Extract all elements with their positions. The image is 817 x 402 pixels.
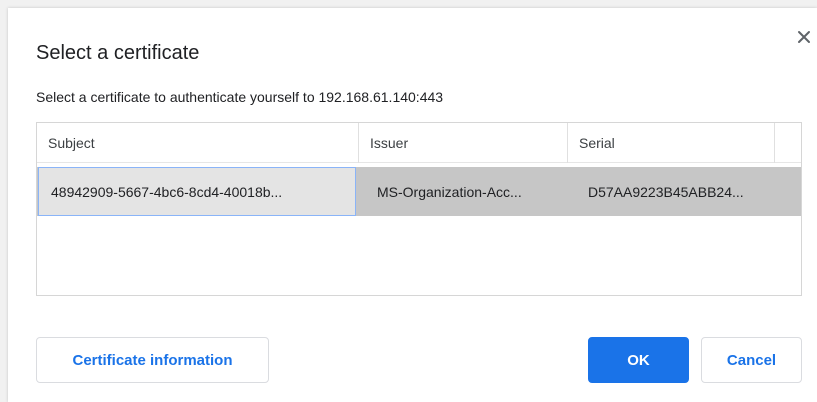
table-header: Subject Issuer Serial — [37, 123, 801, 163]
dialog-subtitle: Select a certificate to authenticate you… — [36, 89, 444, 105]
certificate-dialog: Select a certificate Select a certificat… — [8, 8, 817, 402]
close-icon — [798, 31, 810, 43]
cell-issuer[interactable]: MS-Organization-Acc... — [367, 167, 567, 216]
close-button[interactable] — [793, 26, 815, 48]
dialog-title: Select a certificate — [36, 42, 200, 64]
column-header-issuer[interactable]: Issuer — [358, 123, 567, 163]
cell-serial[interactable]: D57AA9223B45ABB24... — [578, 167, 798, 216]
cancel-button[interactable]: Cancel — [701, 337, 802, 383]
certificate-information-button[interactable]: Certificate information — [36, 337, 269, 383]
ok-button[interactable]: OK — [588, 337, 689, 383]
certificate-table: Subject Issuer Serial 48942909-5667-4bc6… — [36, 122, 802, 296]
column-header-subject[interactable]: Subject — [37, 123, 358, 163]
cell-subject[interactable]: 48942909-5667-4bc6-8cd4-40018b... — [38, 167, 356, 216]
column-header-serial[interactable]: Serial — [567, 123, 775, 163]
table-row-selected[interactable]: 48942909-5667-4bc6-8cd4-40018b... MS-Org… — [37, 167, 801, 216]
